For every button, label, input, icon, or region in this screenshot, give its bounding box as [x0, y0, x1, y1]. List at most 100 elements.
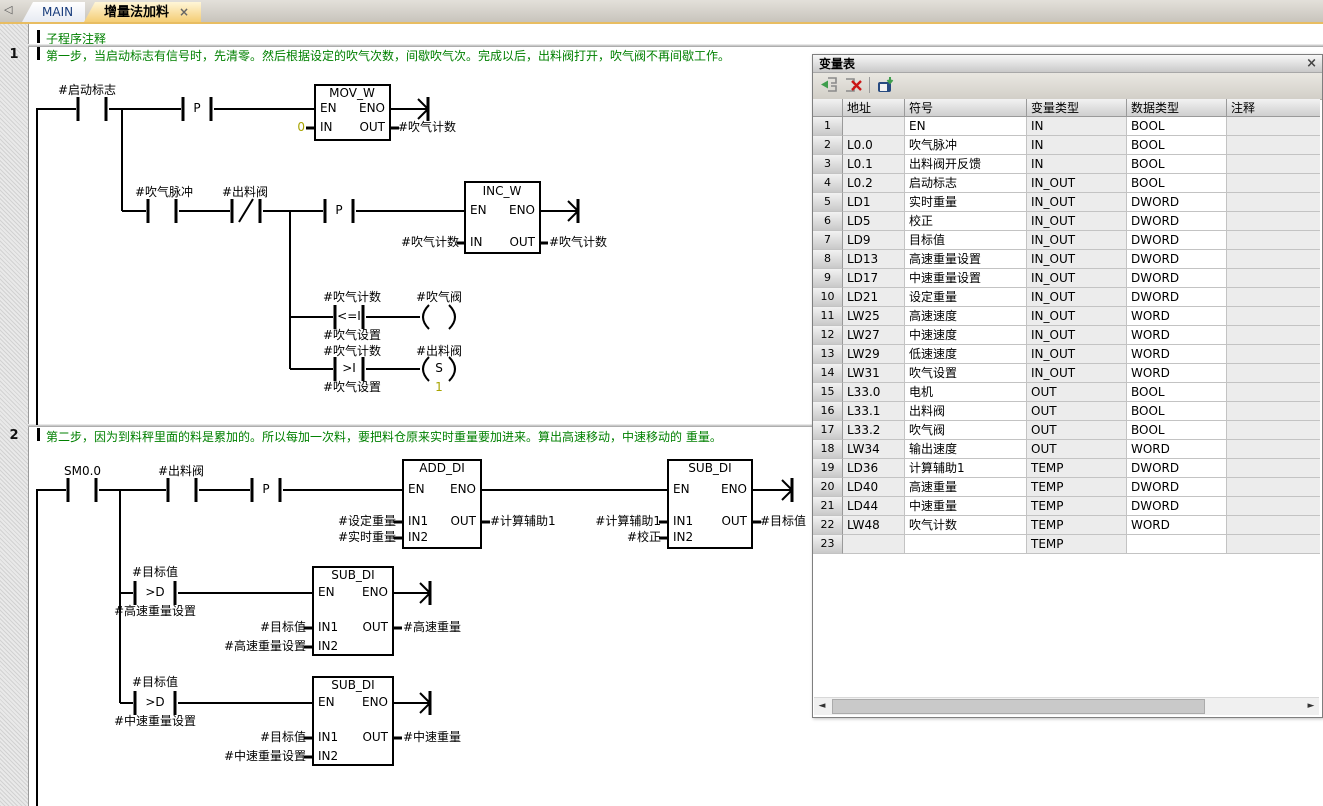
- cell-var-type[interactable]: IN_OUT: [1027, 212, 1127, 231]
- cell-symbol[interactable]: 实时重量: [905, 193, 1027, 212]
- cell-var-type[interactable]: IN_OUT: [1027, 288, 1127, 307]
- cell-comment[interactable]: [1227, 478, 1320, 497]
- row-number[interactable]: 9: [813, 269, 843, 288]
- cell-comment[interactable]: [1227, 364, 1320, 383]
- cmp1-top-operand[interactable]: #吹气计数: [323, 291, 381, 304]
- cell-comment[interactable]: [1227, 231, 1320, 250]
- sub3-in2-operand[interactable]: #中速重量设置: [224, 750, 306, 763]
- cell-symbol[interactable]: 吹气脉冲: [905, 136, 1027, 155]
- row-number[interactable]: 3: [813, 155, 843, 174]
- cell-symbol[interactable]: 低速速度: [905, 345, 1027, 364]
- sub3-in1-operand[interactable]: #目标值: [260, 731, 306, 744]
- cell-var-type[interactable]: IN_OUT: [1027, 174, 1127, 193]
- cell-data-type[interactable]: DWORD: [1127, 212, 1227, 231]
- cell-data-type[interactable]: WORD: [1127, 440, 1227, 459]
- sub2-out-operand[interactable]: #高速重量: [403, 621, 461, 634]
- add-in1-operand[interactable]: #设定重量: [338, 515, 396, 528]
- cell-data-type[interactable]: DWORD: [1127, 478, 1227, 497]
- row-number[interactable]: 6: [813, 212, 843, 231]
- cell-data-type[interactable]: DWORD: [1127, 231, 1227, 250]
- row-number[interactable]: 22: [813, 516, 843, 535]
- cell-address[interactable]: LD21: [843, 288, 905, 307]
- cell-data-type[interactable]: WORD: [1127, 364, 1227, 383]
- cell-var-type[interactable]: IN_OUT: [1027, 269, 1127, 288]
- cell-symbol[interactable]: 中速速度: [905, 326, 1027, 345]
- cell-symbol[interactable]: 吹气计数: [905, 516, 1027, 535]
- coil-blow-valve-label[interactable]: #吹气阀: [416, 291, 462, 304]
- cell-address[interactable]: LD44: [843, 497, 905, 516]
- cmp2-bottom-operand[interactable]: #吹气设置: [323, 381, 381, 394]
- cell-comment[interactable]: [1227, 345, 1320, 364]
- operand-discharge-valve-nc[interactable]: #出料阀: [222, 186, 268, 199]
- cell-symbol[interactable]: 中速重量: [905, 497, 1027, 516]
- cell-data-type[interactable]: DWORD: [1127, 250, 1227, 269]
- cell-address[interactable]: LD9: [843, 231, 905, 250]
- cmp3-top-operand[interactable]: #目标值: [132, 566, 178, 579]
- cell-address[interactable]: L33.2: [843, 421, 905, 440]
- cell-address[interactable]: L33.0: [843, 383, 905, 402]
- import-variables-button[interactable]: [875, 76, 897, 96]
- row-number[interactable]: 16: [813, 402, 843, 421]
- cell-address[interactable]: LW31: [843, 364, 905, 383]
- cell-comment[interactable]: [1227, 193, 1320, 212]
- operand-blow-pulse[interactable]: #吹气脉冲: [135, 186, 193, 199]
- insert-variable-button[interactable]: [819, 76, 841, 96]
- cell-data-type[interactable]: DWORD: [1127, 288, 1227, 307]
- cell-data-type[interactable]: BOOL: [1127, 174, 1227, 193]
- cell-symbol[interactable]: 目标值: [905, 231, 1027, 250]
- sub1-in1-operand[interactable]: #计算辅助1: [595, 515, 661, 528]
- inc-out-operand[interactable]: #吹气计数: [549, 236, 607, 249]
- row-number[interactable]: 14: [813, 364, 843, 383]
- cell-data-type[interactable]: DWORD: [1127, 269, 1227, 288]
- horizontal-scrollbar[interactable]: ◄ ►: [814, 697, 1319, 715]
- cell-symbol[interactable]: 计算辅助1: [905, 459, 1027, 478]
- cell-address[interactable]: LW25: [843, 307, 905, 326]
- row-number[interactable]: 2: [813, 136, 843, 155]
- cell-var-type[interactable]: OUT: [1027, 421, 1127, 440]
- cell-var-type[interactable]: IN_OUT: [1027, 364, 1127, 383]
- cell-symbol[interactable]: 启动标志: [905, 174, 1027, 193]
- cell-comment[interactable]: [1227, 136, 1320, 155]
- cell-var-type[interactable]: IN_OUT: [1027, 326, 1127, 345]
- cell-data-type[interactable]: DWORD: [1127, 193, 1227, 212]
- cell-data-type[interactable]: DWORD: [1127, 497, 1227, 516]
- cell-comment[interactable]: [1227, 212, 1320, 231]
- cell-comment[interactable]: [1227, 117, 1320, 136]
- scroll-right-icon[interactable]: ►: [1303, 698, 1319, 715]
- cell-data-type[interactable]: WORD: [1127, 326, 1227, 345]
- cell-var-type[interactable]: IN_OUT: [1027, 307, 1127, 326]
- row-number[interactable]: 11: [813, 307, 843, 326]
- cell-address[interactable]: [843, 117, 905, 136]
- cell-var-type[interactable]: OUT: [1027, 383, 1127, 402]
- cell-symbol[interactable]: 高速重量: [905, 478, 1027, 497]
- delete-variable-button[interactable]: [843, 76, 865, 96]
- cell-data-type[interactable]: WORD: [1127, 516, 1227, 535]
- sub3-out-operand[interactable]: #中速重量: [403, 731, 461, 744]
- cell-symbol[interactable]: 中速重量设置: [905, 269, 1027, 288]
- cell-data-type[interactable]: [1127, 535, 1227, 554]
- sub1-out-operand[interactable]: #目标值: [760, 515, 806, 528]
- operand-start-flag[interactable]: #启动标志: [58, 84, 116, 97]
- row-number[interactable]: 21: [813, 497, 843, 516]
- row-number[interactable]: 1: [813, 117, 843, 136]
- cell-comment[interactable]: [1227, 155, 1320, 174]
- cell-address[interactable]: [843, 535, 905, 554]
- cell-address[interactable]: LW34: [843, 440, 905, 459]
- cell-var-type[interactable]: IN_OUT: [1027, 193, 1127, 212]
- row-number[interactable]: 20: [813, 478, 843, 497]
- cell-data-type[interactable]: BOOL: [1127, 402, 1227, 421]
- cell-data-type[interactable]: BOOL: [1127, 117, 1227, 136]
- cell-var-type[interactable]: IN: [1027, 117, 1127, 136]
- row-number[interactable]: 18: [813, 440, 843, 459]
- row-number[interactable]: 8: [813, 250, 843, 269]
- row-number[interactable]: 7: [813, 231, 843, 250]
- cmp4-bottom-operand[interactable]: #中速重量设置: [114, 715, 196, 728]
- cell-address[interactable]: LD1: [843, 193, 905, 212]
- row-number[interactable]: 13: [813, 345, 843, 364]
- sub2-in1-operand[interactable]: #目标值: [260, 621, 306, 634]
- operand-discharge-valve2[interactable]: #出料阀: [158, 465, 204, 478]
- cmp2-top-operand[interactable]: #吹气计数: [323, 345, 381, 358]
- cell-address[interactable]: LW29: [843, 345, 905, 364]
- row-number[interactable]: 5: [813, 193, 843, 212]
- cell-address[interactable]: LD5: [843, 212, 905, 231]
